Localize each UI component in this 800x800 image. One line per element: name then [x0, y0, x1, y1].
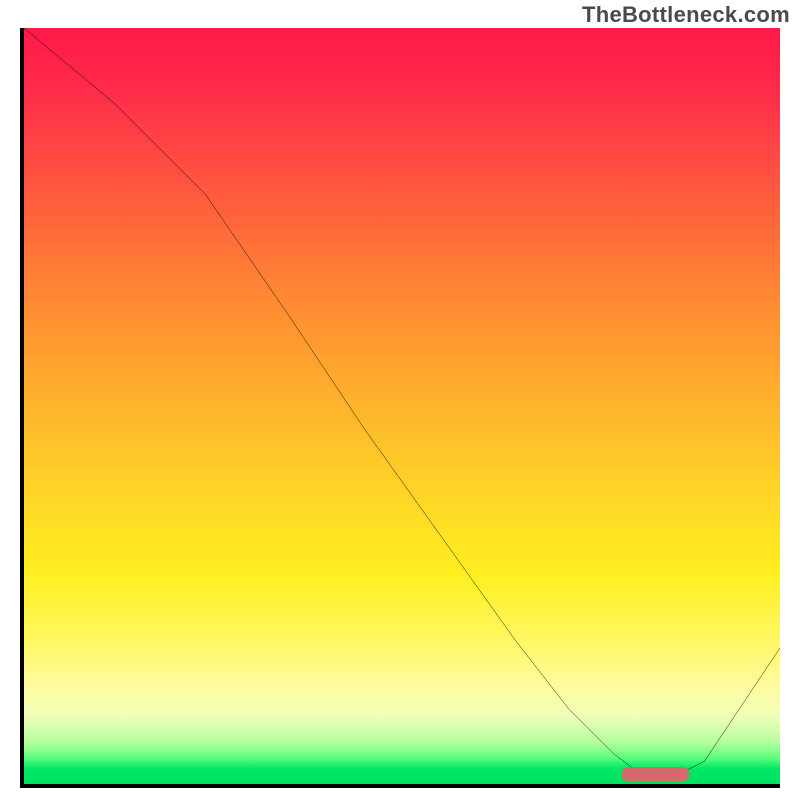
bottleneck-curve — [24, 28, 780, 784]
optimum-marker — [621, 767, 689, 781]
curve-line — [24, 28, 780, 776]
watermark-text: TheBottleneck.com — [582, 2, 790, 28]
chart-plot-area — [20, 28, 780, 788]
